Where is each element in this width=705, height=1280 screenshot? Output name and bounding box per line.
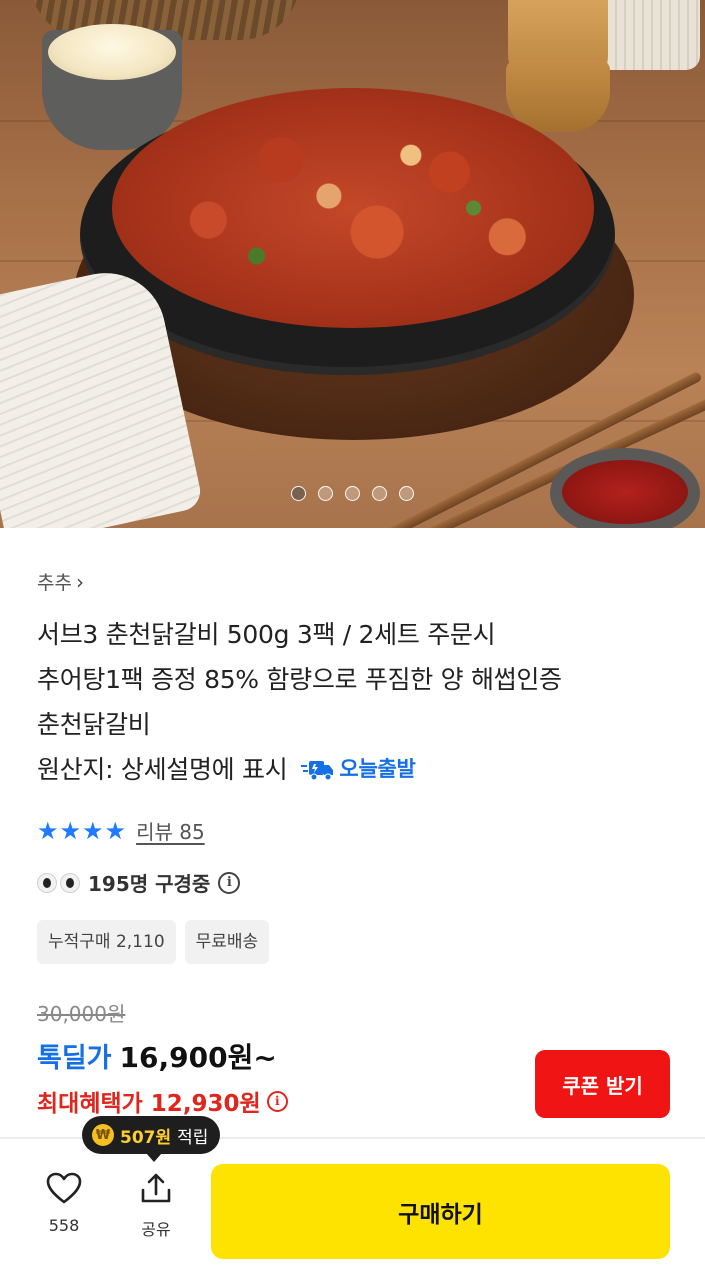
- carousel-dot[interactable]: [318, 486, 333, 501]
- tag-chip: 누적구매 2,110: [37, 920, 176, 964]
- product-title-line: 추어탕1팩 증정 85% 함량으로 푸짐한 양 해썹인증: [37, 665, 562, 694]
- review-count-link[interactable]: 리뷰 85: [136, 816, 205, 845]
- product-title: 서브3 춘천닭갈비 500g 3팩 / 2세트 주문시 추어탕1팩 증정 85%…: [37, 612, 677, 792]
- product-tags: 누적구매 2,110 무료배송: [37, 920, 270, 964]
- rating-row[interactable]: ★ ★ ★ ★ 리뷰 85: [37, 816, 205, 845]
- like-count: 558: [48, 1216, 80, 1235]
- carousel-dot[interactable]: [291, 486, 306, 501]
- max-benefit-price: 최대혜택가 12,930원: [37, 1091, 261, 1117]
- info-icon[interactable]: i: [266, 1090, 288, 1112]
- dakgalbi-image-part: [112, 88, 594, 328]
- deal-price: 16,900원~: [119, 1041, 277, 1074]
- star-icon: ★: [82, 816, 104, 845]
- store-link[interactable]: 추추 ›: [37, 568, 84, 595]
- cup-image-part: [506, 60, 610, 132]
- viewers-row: 195명 구경중 i: [37, 868, 241, 897]
- max-benefit-row: 최대혜택가 12,930원 i: [37, 1084, 288, 1118]
- store-name: 추추: [37, 572, 72, 594]
- carousel-dot[interactable]: [399, 486, 414, 501]
- product-image-carousel[interactable]: [0, 0, 705, 528]
- share-label: 공유: [141, 1220, 171, 1239]
- points-label: 적립: [177, 1127, 209, 1148]
- points-tooltip: ₩ 507원 적립: [82, 1116, 221, 1162]
- deal-label: 톡딜가: [37, 1043, 112, 1074]
- points-amount: 507원: [120, 1127, 172, 1148]
- product-title-line: 춘천닭갈비: [37, 710, 151, 739]
- dispatch-label: 오늘출발: [339, 757, 416, 781]
- delivery-truck-icon: [301, 760, 334, 780]
- star-rating: ★ ★ ★ ★: [37, 819, 126, 843]
- today-dispatch-badge: 오늘출발: [301, 747, 416, 792]
- chevron-right-icon: ›: [75, 569, 84, 594]
- viewers-count: 195명 구경중: [88, 872, 211, 896]
- tag-chip: 무료배송: [184, 920, 270, 964]
- carousel-dot[interactable]: [345, 486, 360, 501]
- origin-text: 원산지: 상세설명에 표시: [37, 755, 288, 784]
- original-price: 30,000원: [37, 1002, 126, 1026]
- star-icon: ★: [104, 816, 127, 845]
- star-icon: ★: [37, 816, 59, 845]
- info-icon[interactable]: i: [218, 871, 241, 894]
- eyes-icon: [37, 872, 80, 893]
- carousel-indicator: [0, 486, 705, 501]
- coupon-button[interactable]: 쿠폰 받기: [535, 1050, 670, 1118]
- origin-row: 원산지: 상세설명에 표시 오늘출발: [37, 747, 677, 792]
- heart-icon: [46, 1172, 82, 1204]
- product-title-line: 서브3 춘천닭갈비 500g 3팩 / 2세트 주문시: [37, 620, 496, 649]
- coin-icon: ₩: [92, 1124, 114, 1146]
- buy-button[interactable]: 구매하기: [211, 1164, 670, 1259]
- cheese-image-part: [48, 24, 176, 80]
- deal-price-row: 톡딜가 16,900원~: [37, 1036, 277, 1076]
- like-button[interactable]: 558: [38, 1172, 90, 1235]
- share-icon: [141, 1173, 171, 1203]
- share-button[interactable]: 공유: [130, 1172, 182, 1240]
- star-icon: ★: [59, 816, 82, 845]
- carousel-dot[interactable]: [372, 486, 387, 501]
